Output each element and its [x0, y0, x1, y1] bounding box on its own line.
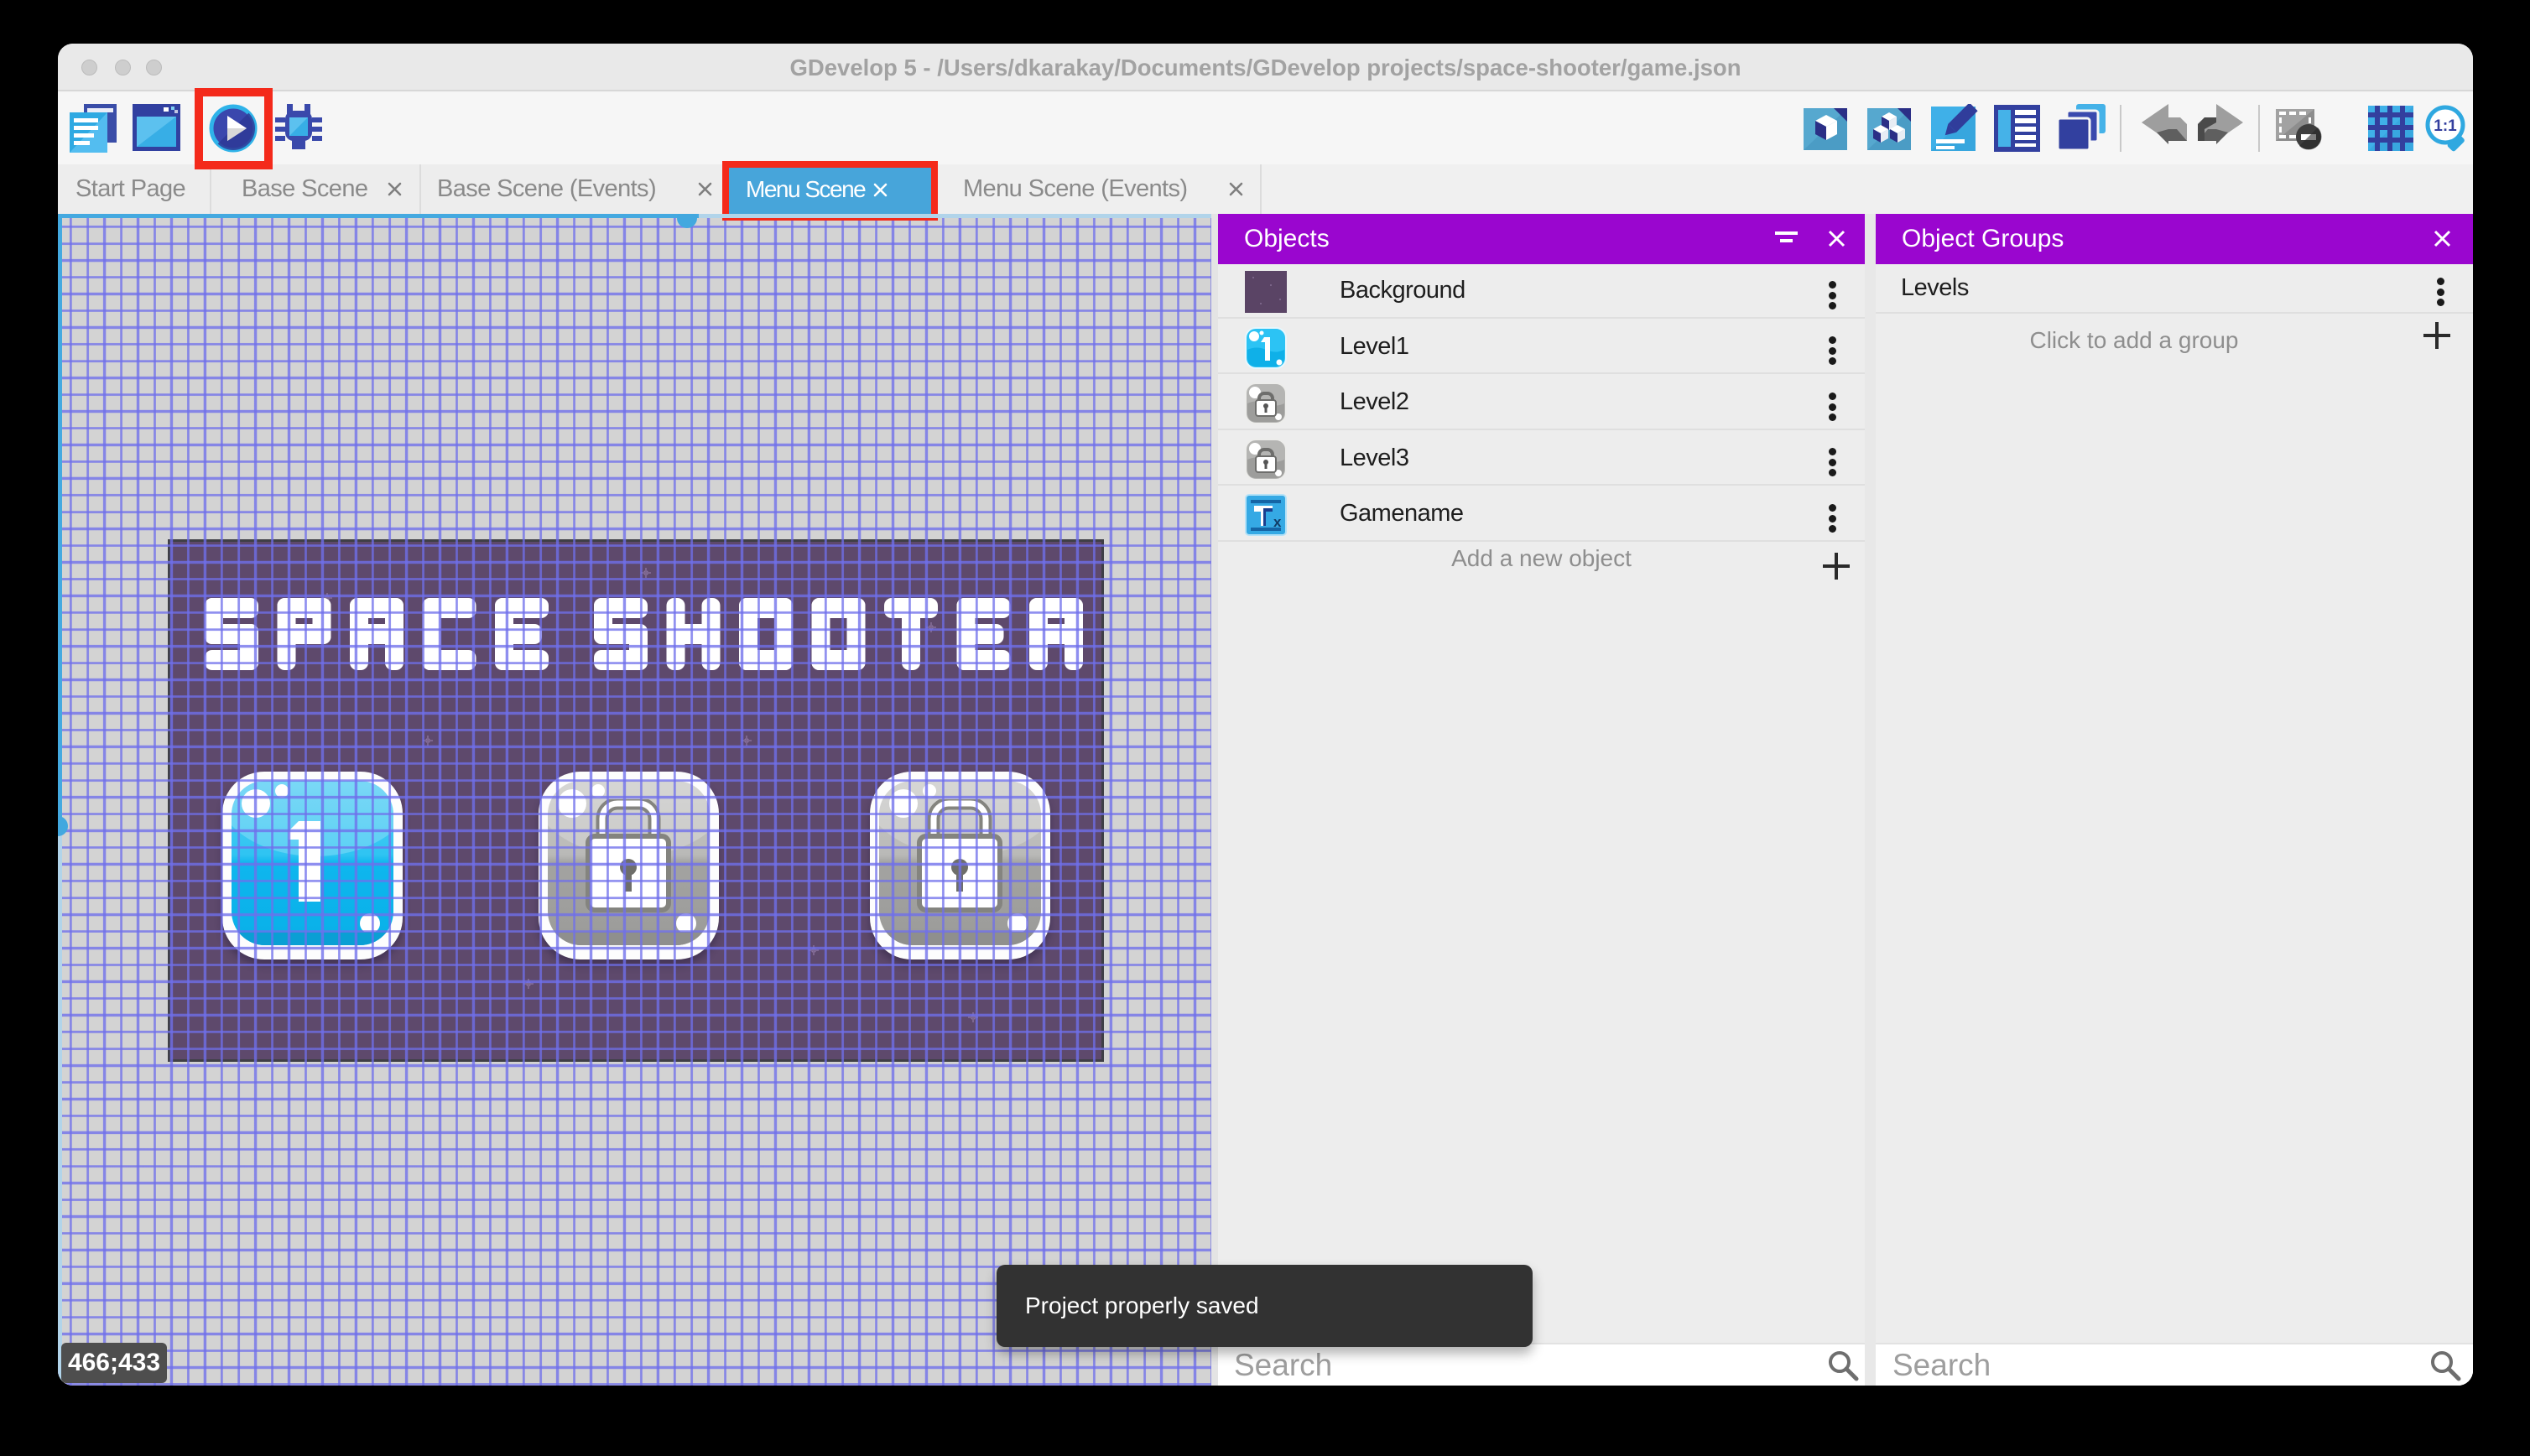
svg-text:1:1: 1:1: [2434, 117, 2457, 135]
svg-text:x: x: [1273, 514, 1282, 530]
